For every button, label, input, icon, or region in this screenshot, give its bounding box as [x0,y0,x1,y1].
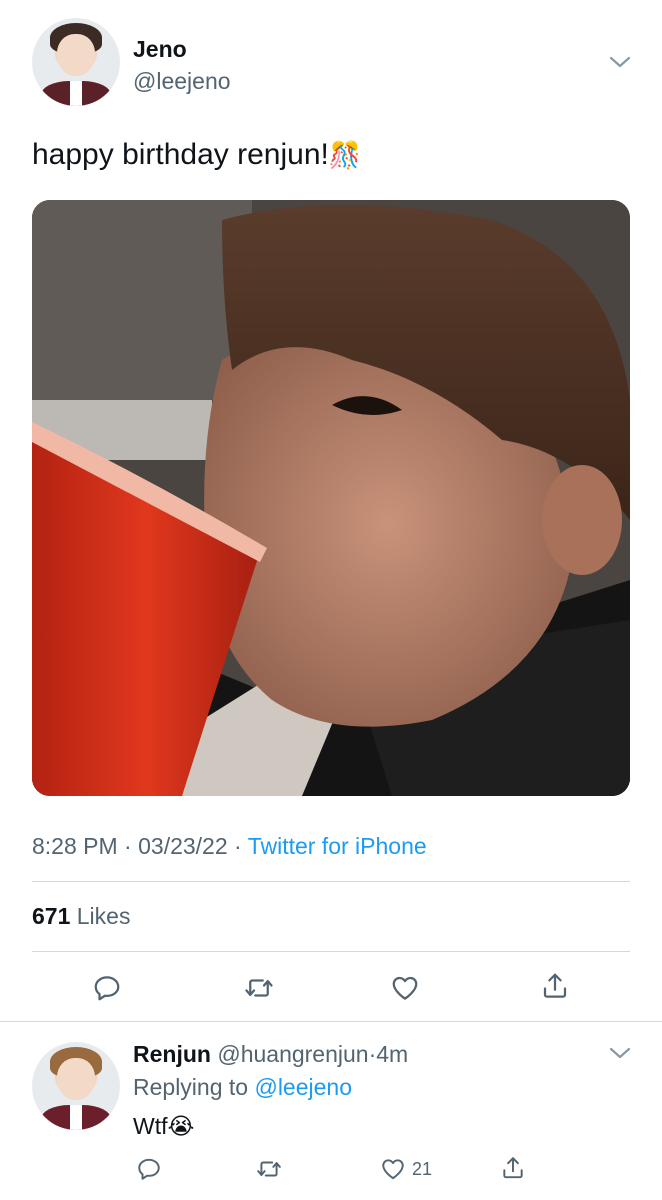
tweet-time: 8:28 PM [32,833,118,859]
retweet-button[interactable] [243,973,275,1003]
author-name[interactable]: Jeno [133,36,187,63]
reply-time: 4m [376,1041,409,1067]
reply-like-button[interactable]: 21 [380,1156,432,1182]
reply-author-avatar[interactable] [32,1042,120,1130]
reply-author-handle[interactable]: @huangrenjun [217,1041,368,1067]
meta-separator: · [234,833,242,859]
tweet-date: 03/23/22 [138,833,228,859]
reply-icon [94,976,120,1001]
likes-count: 671 [32,903,71,929]
author-handle[interactable]: @leejeno [133,68,231,95]
reply-text-body: Wtf [133,1113,168,1139]
heart-icon [382,1159,404,1180]
tweet-text-body: happy birthday renjun! [32,138,329,171]
reply-retweet-button[interactable] [255,1156,283,1182]
reply-header: Renjun @huangrenjun·4m [133,1041,408,1068]
likes-stat[interactable]: 671 Likes [32,903,130,930]
divider [32,951,630,952]
replying-to: Replying to @leejeno [133,1074,352,1101]
reply-reply-button[interactable] [136,1156,162,1182]
reply-button[interactable] [92,973,122,1003]
divider [0,1021,662,1022]
tweet-source-link[interactable]: Twitter for iPhone [248,833,427,859]
author-avatar[interactable] [32,18,120,106]
reply-like-count: 21 [412,1158,433,1179]
reply-author-name[interactable]: Renjun [133,1041,211,1067]
heart-icon [392,976,418,1000]
share-icon [543,973,567,998]
divider [32,881,630,882]
share-icon [503,1157,523,1179]
replying-to-prefix: Replying to [133,1074,249,1100]
chevron-down-icon[interactable] [608,1045,632,1061]
meta-separator: · [124,833,132,859]
retweet-icon [245,979,273,997]
tweet-meta: 8:28 PM · 03/23/22 · Twitter for iPhone [32,833,427,860]
like-button[interactable] [390,973,420,1003]
tweet-photo[interactable] [32,200,630,796]
crying-emoji: 😭 [167,1113,195,1139]
reply-share-button[interactable] [500,1154,526,1182]
confetti-emoji: 🎊 [328,140,362,170]
likes-label: Likes [76,903,131,929]
replying-to-link[interactable]: @leejeno [254,1074,352,1100]
share-button[interactable] [540,970,570,1002]
reply-icon [138,1158,160,1180]
tweet-text: happy birthday renjun!🎊 [32,138,361,172]
reply-text: Wtf😭 [133,1113,194,1140]
retweet-icon [257,1161,281,1177]
chevron-down-icon[interactable] [608,54,632,70]
